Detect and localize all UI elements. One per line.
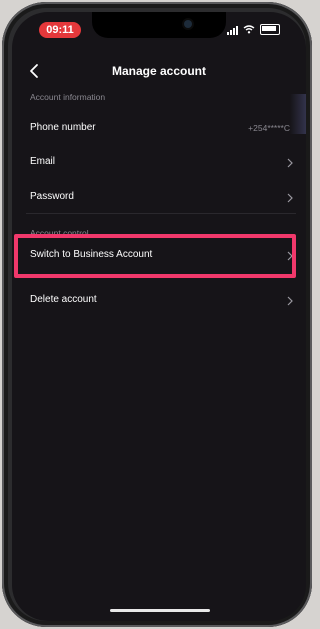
chevron-right-icon <box>287 296 293 306</box>
password-row[interactable]: Password <box>12 181 306 215</box>
home-indicator[interactable] <box>110 609 210 612</box>
phone-number-label: Phone number <box>30 122 96 133</box>
switch-to-business-account-label: Switch to Business Account <box>30 249 153 260</box>
chevron-right-icon <box>287 193 293 203</box>
delete-account-row[interactable]: Delete account <box>12 284 306 318</box>
app-screen: 09:11 Manage account Account information… <box>12 12 306 621</box>
section-label-account-information: Account information <box>30 92 106 102</box>
chevron-right-icon <box>287 251 293 261</box>
phone-number-row[interactable]: Phone number +254*****C <box>12 112 306 146</box>
delete-account-label: Delete account <box>30 294 97 305</box>
chevron-right-icon <box>287 158 293 168</box>
back-arrow-icon[interactable] <box>26 62 44 80</box>
wifi-icon <box>243 25 255 34</box>
page-title: Manage account <box>111 64 207 78</box>
battery-icon <box>260 24 280 35</box>
phone-frame: 09:11 Manage account Account information… <box>2 2 312 627</box>
switch-to-business-account-row[interactable]: Switch to Business Account <box>12 239 306 273</box>
phone-number-value: +254*****C <box>248 123 290 133</box>
section-divider <box>26 213 296 214</box>
email-row[interactable]: Email <box>12 146 306 180</box>
notch <box>92 12 226 38</box>
top-bar: Manage account <box>12 56 306 88</box>
status-time: 09:11 <box>39 22 81 38</box>
section-label-account-control: Account control <box>30 228 89 238</box>
email-label: Email <box>30 156 56 167</box>
status-icons <box>227 24 280 35</box>
password-label: Password <box>30 191 74 202</box>
cellular-signal-icon <box>227 25 238 35</box>
camera-icon <box>184 20 192 28</box>
